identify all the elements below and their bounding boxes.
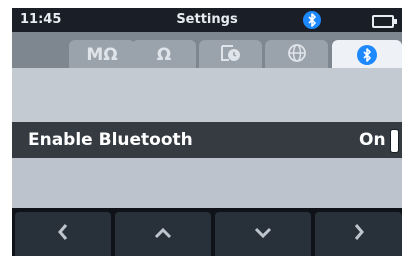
- setting-row-enable-bluetooth[interactable]: Enable Bluetooth On: [12, 122, 402, 158]
- battery-icon: [372, 15, 397, 28]
- setting-value: On: [359, 130, 386, 150]
- bluetooth-icon: [303, 11, 321, 29]
- clock-timer-icon: [219, 43, 243, 68]
- nav-up-button[interactable]: [115, 212, 211, 256]
- setting-label: Enable Bluetooth: [28, 130, 193, 150]
- content-area: [12, 68, 402, 122]
- device-screen: 11:45 Settings MΩ Ω Enable Bluetooth On: [12, 8, 402, 256]
- tab-bar: MΩ Ω: [12, 32, 402, 70]
- tab-megohm-label: MΩ: [86, 45, 118, 65]
- page-title: Settings: [176, 12, 238, 27]
- toggle-switch[interactable]: [390, 129, 399, 153]
- tab-megohm[interactable]: MΩ: [69, 40, 135, 70]
- chevron-up-icon: [153, 225, 173, 244]
- tab-globe[interactable]: [265, 40, 328, 70]
- tab-bluetooth[interactable]: [332, 40, 402, 70]
- content-area-lower: [12, 158, 402, 208]
- nav-down-button[interactable]: [215, 212, 311, 256]
- status-bar: 11:45 Settings: [12, 8, 402, 32]
- bluetooth-icon: [357, 45, 377, 65]
- tab-ohm-label: Ω: [156, 45, 172, 65]
- tab-ohm[interactable]: Ω: [132, 40, 196, 70]
- chevron-right-icon: [352, 223, 366, 245]
- globe-icon: [287, 43, 307, 68]
- chevron-down-icon: [253, 225, 273, 244]
- nav-bar: [12, 208, 402, 256]
- nav-right-button[interactable]: [315, 212, 402, 256]
- chevron-left-icon: [56, 223, 70, 245]
- nav-left-button[interactable]: [15, 212, 111, 256]
- tab-timer[interactable]: [199, 40, 262, 70]
